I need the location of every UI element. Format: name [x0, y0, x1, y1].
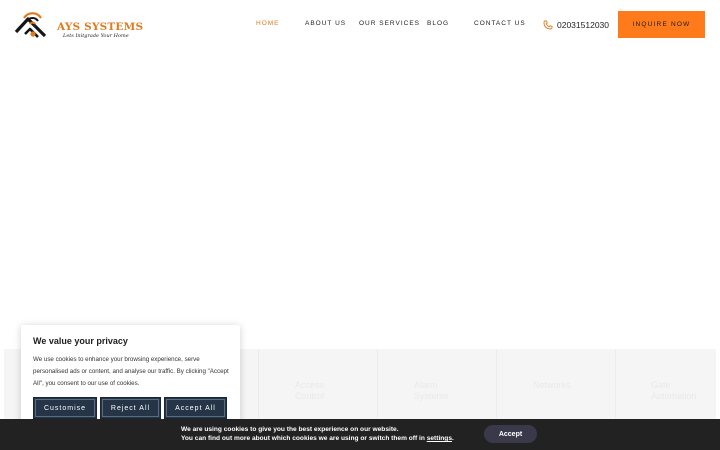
customise-button[interactable]: Customise [33, 397, 97, 419]
reject-all-button[interactable]: Reject All [100, 397, 161, 419]
feature-item: Access Control [258, 349, 377, 421]
consent-title: We value your privacy [33, 336, 128, 346]
logo-name: AYS SYSTEMS [57, 21, 144, 33]
feature-item: Alarm Systems [377, 349, 496, 421]
cookie-consent-panel: We value your privacy We use cookies to … [21, 325, 240, 431]
cookie-settings-link[interactable]: settings [427, 435, 452, 442]
feature-line: Gate [651, 380, 671, 390]
cookie-notice-line: We are using cookies to give you the bes… [181, 426, 399, 433]
nav-item-our-services[interactable]: OUR SERVICES [359, 20, 420, 27]
cookie-notice-bar: We are using cookies to give you the bes… [0, 419, 720, 450]
feature-item: Networks [496, 349, 615, 421]
phone-link[interactable]: 02031512030 [543, 19, 609, 31]
feature-line: Automation [651, 391, 697, 401]
feature-item: Gate Automation [615, 349, 716, 421]
feature-line: Control [295, 391, 325, 401]
site-header: AYS SYSTEMS Lets Initgrade Your Home HOM… [0, 0, 720, 50]
logo-tagline: Lets Initgrade Your Home [63, 33, 129, 39]
feature-line: Systems [414, 391, 449, 401]
phone-number: 02031512030 [557, 20, 610, 30]
inquire-now-button[interactable]: INQUIRE NOW [618, 11, 705, 38]
feature-line: Networks [533, 380, 571, 390]
nav-item-about-us[interactable]: ABOUT US [305, 20, 346, 27]
feature-line: Alarm [414, 380, 438, 390]
house-wifi-logo-icon [14, 12, 47, 38]
accept-all-button[interactable]: Accept All [164, 397, 227, 419]
cookie-notice-text: We are using cookies to give you the bes… [181, 425, 454, 443]
site-logo[interactable]: AYS SYSTEMS Lets Initgrade Your Home [14, 10, 143, 40]
consent-text: We use cookies to enhance your browsing … [33, 356, 229, 388]
phone-icon [543, 20, 553, 30]
cookie-notice-line: You can find out more about which cookie… [181, 434, 454, 443]
nav-item-blog[interactable]: BLOG [427, 20, 449, 27]
cookie-notice-prefix: You can find out more about which cookie… [181, 435, 425, 442]
cookie-notice-suffix: . [452, 435, 454, 442]
cookie-accept-button[interactable]: Accept [484, 425, 537, 443]
nav-item-contact-us[interactable]: CONTACT US [474, 20, 526, 27]
nav-item-home[interactable]: HOME [256, 20, 280, 27]
feature-line: Access [295, 380, 325, 390]
